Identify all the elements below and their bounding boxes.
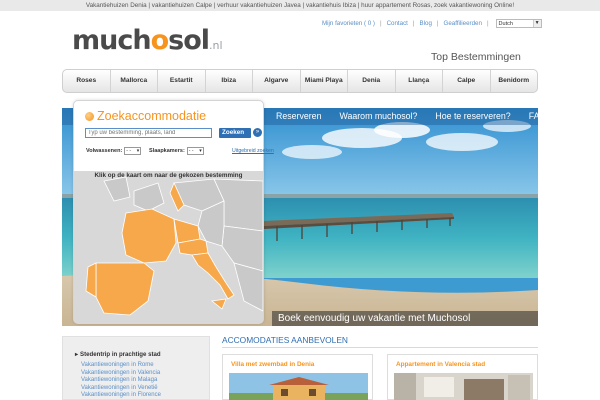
logo-sun-o: o xyxy=(150,25,170,56)
destination-nav: Roses Mallorca Estartit Ibiza Algarve Mi… xyxy=(62,69,538,93)
sidebar-link-florence[interactable]: Vakantiewoningen in Florence xyxy=(81,392,161,400)
nav-item-algarve[interactable]: Algarve xyxy=(253,70,301,92)
sidebar-link-venetie[interactable]: Vakantiewoningen in Venetië xyxy=(81,385,161,393)
adults-select[interactable]: - - xyxy=(124,147,142,155)
apartment-thumbnail xyxy=(394,373,533,400)
map-caption: Klik op de kaart om naar de gekozen best… xyxy=(94,172,243,179)
nav-item-ibiza[interactable]: Ibiza xyxy=(206,70,253,92)
nav-item-denia[interactable]: Denia xyxy=(348,70,396,92)
hero-nav-reserveren[interactable]: Reserveren xyxy=(276,108,321,125)
affiliates-link[interactable]: Geaffilieerden xyxy=(444,20,482,27)
hero-caption: Boek eenvoudig uw vakantie met Muchosol xyxy=(272,311,538,326)
top-links: Mijn favorieten ( 0 ) | Contact | Blog |… xyxy=(322,19,542,28)
bedrooms-select[interactable]: - - xyxy=(186,147,204,155)
logo-text-part: much xyxy=(72,25,152,56)
logo-tld: .nl xyxy=(209,39,223,52)
search-button[interactable]: Zoeken xyxy=(219,128,251,138)
card-title[interactable]: Appartement in Valencia stad xyxy=(396,361,485,368)
search-title-text: Zoekaccommodatie xyxy=(97,109,207,123)
nav-item-calpe[interactable]: Calpe xyxy=(443,70,491,92)
sidebar-link-malaga[interactable]: Vakantiewoningen in Malaga xyxy=(81,377,161,385)
globe-icon xyxy=(85,111,94,121)
nav-item-benidorm[interactable]: Benidorm xyxy=(491,70,538,92)
nav-item-estartit[interactable]: Estartit xyxy=(158,70,206,92)
favorites-link[interactable]: Mijn favorieten ( 0 ) xyxy=(322,20,375,27)
separator: | xyxy=(379,20,382,27)
tagline-text: Vakantiehuizen Denia | vakantiehuizen Ca… xyxy=(85,2,515,9)
search-input[interactable] xyxy=(85,128,212,138)
chevron-down-icon: ▼ xyxy=(532,20,541,27)
bedrooms-label: Slaapkamers: xyxy=(149,148,185,154)
separator: | xyxy=(486,20,489,27)
adults-field: Volwassenen: - - xyxy=(86,147,142,155)
hero-nav-hoe[interactable]: Hoe te reserveren? xyxy=(435,108,510,125)
sidebar-link-list: Vakantiewoningen in Rome Vakantiewoninge… xyxy=(81,362,161,400)
sidebar-link-valencia[interactable]: Vakantiewoningen in Valencia xyxy=(81,370,161,378)
search-panel: Zoekaccommodatie Zoeken » Volwassenen: -… xyxy=(73,100,274,324)
separator: | xyxy=(412,20,415,27)
divider xyxy=(222,347,538,348)
nav-item-mallorca[interactable]: Mallorca xyxy=(111,70,158,92)
villa-thumbnail xyxy=(229,373,368,400)
advanced-search-link[interactable]: Uitgebreid zoeken xyxy=(232,148,274,154)
blog-link[interactable]: Blog xyxy=(420,20,432,27)
nav-item-llanca[interactable]: Llança xyxy=(396,70,443,92)
europe-map-graphic xyxy=(74,171,263,324)
language-value: Dutch xyxy=(498,20,513,27)
accommodation-card[interactable]: Appartement in Valencia stad xyxy=(387,354,538,400)
separator: | xyxy=(436,20,439,27)
sidebar-link-rome[interactable]: Vakantiewoningen in Rome xyxy=(81,362,161,370)
apartment-photo[interactable] xyxy=(394,373,533,400)
muchosol-logo[interactable]: muchosol.nl xyxy=(72,26,223,61)
europe-map[interactable]: Klik op de kaart om naar de gekozen best… xyxy=(74,171,263,324)
city-trip-sidebar: Stedentrip in prachtige stad Vakantiewon… xyxy=(62,336,210,400)
top-tagline-bar: Vakantiehuizen Denia | vakantiehuizen Ca… xyxy=(0,0,600,11)
bedrooms-field: Slaapkamers: - - xyxy=(149,147,204,155)
nav-item-roses[interactable]: Roses xyxy=(63,70,111,92)
accommodation-card[interactable]: Villa met zwembad in Denia xyxy=(222,354,373,400)
hero-nav-waarom[interactable]: Waarom muchosol? xyxy=(339,108,417,125)
sidebar-heading[interactable]: Stedentrip in prachtige stad xyxy=(75,351,161,358)
hero-nav: Reserveren Waarom muchosol? Hoe te reser… xyxy=(274,108,538,125)
adults-label: Volwassenen: xyxy=(86,148,123,154)
language-select[interactable]: Dutch ▼ xyxy=(495,19,542,28)
nav-item-miami-playa[interactable]: Miami Playa xyxy=(301,70,348,92)
villa-photo[interactable] xyxy=(229,373,368,400)
logo-text-part: sol xyxy=(168,25,210,56)
search-title: Zoekaccommodatie xyxy=(85,109,206,123)
contact-link[interactable]: Contact xyxy=(387,20,408,27)
card-title[interactable]: Villa met zwembad in Denia xyxy=(231,361,314,368)
recommended-heading: ACCOMODATIES AANBEVOLEN xyxy=(222,335,348,345)
arrow-right-icon[interactable]: » xyxy=(253,128,262,137)
hero-nav-faq[interactable]: FAQ xyxy=(529,108,538,125)
top-destinations-heading: Top Bestemmingen xyxy=(431,51,521,63)
